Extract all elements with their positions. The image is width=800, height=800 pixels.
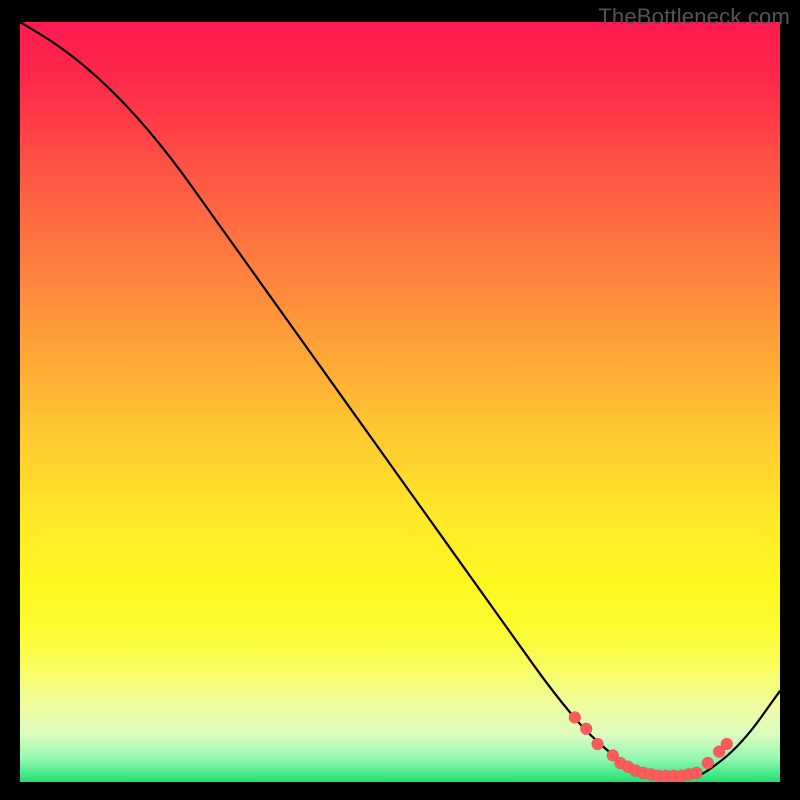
highlight-dot	[683, 768, 695, 780]
chart-svg	[20, 22, 780, 782]
highlight-dot	[630, 765, 642, 777]
watermark-text: TheBottleneck.com	[598, 4, 790, 30]
highlight-dot	[645, 768, 657, 780]
highlight-dot	[668, 770, 680, 782]
highlight-dot	[660, 770, 672, 782]
highlight-dot	[607, 749, 619, 761]
highlight-dot	[614, 757, 626, 769]
highlight-dot	[713, 746, 725, 758]
highlight-dot	[675, 770, 687, 782]
highlight-dot	[569, 711, 581, 723]
highlight-dot	[592, 738, 604, 750]
highlight-dot	[702, 757, 714, 769]
highlight-dot	[652, 770, 664, 782]
highlight-dot	[622, 761, 634, 773]
highlight-dot	[580, 723, 592, 735]
highlight-dot	[637, 767, 649, 779]
highlight-dot	[690, 767, 702, 779]
bottleneck-curve	[20, 22, 780, 778]
sweet-spot-dots	[569, 711, 733, 782]
chart-gradient-background	[20, 22, 780, 782]
highlight-dot	[721, 738, 733, 750]
